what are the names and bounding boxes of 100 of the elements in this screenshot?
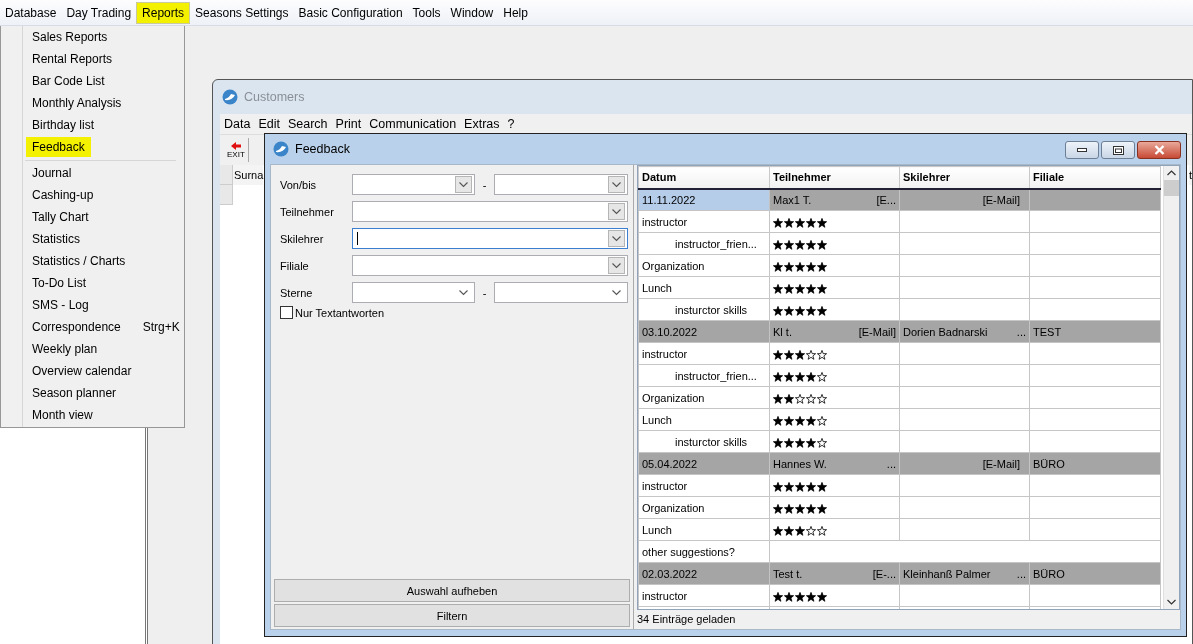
column-header[interactable]: t bbox=[1188, 165, 1192, 185]
checkbox[interactable] bbox=[280, 306, 293, 319]
star-icon bbox=[817, 592, 827, 602]
scrollbar-thumb[interactable] bbox=[1164, 180, 1179, 196]
scrollbar[interactable] bbox=[1163, 166, 1179, 609]
menu-item[interactable]: To-Do List bbox=[26, 273, 93, 293]
menu-item[interactable]: Communication bbox=[365, 117, 461, 131]
star-icon bbox=[795, 240, 805, 250]
dropdown-field[interactable] bbox=[494, 174, 628, 195]
star-icon bbox=[784, 482, 794, 492]
group-row[interactable]: 03.10.2022 Kl t. [E-Mail] Dorien Badnarski ... TEST bbox=[638, 320, 1161, 343]
group-row[interactable]: 11.11.2022 Max1 T. [E... [E-Mail] bbox=[638, 188, 1161, 211]
field-label: Sterne bbox=[280, 286, 314, 299]
minimize-button[interactable] bbox=[1065, 141, 1099, 159]
maximize-button[interactable] bbox=[1101, 141, 1135, 159]
star-icon bbox=[817, 306, 827, 316]
star-icon bbox=[784, 372, 794, 382]
menu-item[interactable]: Help bbox=[498, 2, 533, 23]
cell-note: [E-... bbox=[872, 567, 896, 580]
menu-item[interactable]: Extras bbox=[460, 117, 504, 131]
menu-item[interactable]: Window bbox=[445, 2, 499, 23]
star-icon bbox=[817, 438, 827, 448]
menu-item[interactable]: Edit bbox=[254, 117, 284, 131]
star-icon bbox=[806, 306, 816, 316]
menu-item[interactable]: Journal bbox=[26, 163, 78, 183]
menu-item[interactable]: Birthday list bbox=[26, 115, 101, 135]
column-header[interactable]: Skilehrer bbox=[899, 166, 1030, 189]
menu-item[interactable]: Tools bbox=[407, 2, 446, 23]
star-icon bbox=[795, 372, 805, 382]
menu-item[interactable]: Rental Reports bbox=[26, 49, 119, 69]
menu-item[interactable]: Month view bbox=[26, 405, 99, 425]
menu-item[interactable]: ? bbox=[503, 117, 519, 131]
menu-item[interactable]: Print bbox=[331, 117, 366, 131]
star-icon bbox=[784, 416, 794, 426]
cell-text: Kl t. bbox=[773, 325, 792, 338]
column-header[interactable]: Teilnehmer bbox=[769, 166, 900, 189]
star-icon bbox=[817, 262, 827, 272]
dropdown-field[interactable] bbox=[352, 201, 628, 222]
close-button[interactable] bbox=[1137, 141, 1181, 159]
menu-item[interactable]: Statistics / Charts bbox=[26, 251, 132, 271]
restore-icon bbox=[1112, 145, 1124, 155]
star-icon bbox=[773, 438, 783, 448]
column-header[interactable]: Datum bbox=[638, 166, 770, 189]
star-icon bbox=[784, 240, 794, 250]
menu-item[interactable]: Bar Code List bbox=[26, 71, 111, 91]
app-icon bbox=[222, 89, 238, 105]
menu-item[interactable]: Weekly plan bbox=[26, 339, 104, 359]
cell-text: Hannes W. bbox=[773, 457, 827, 470]
dropdown-field[interactable] bbox=[352, 282, 475, 303]
question-label: Lunch bbox=[638, 518, 770, 541]
column-header[interactable]: Surna bbox=[233, 165, 264, 185]
scroll-down-icon bbox=[1167, 599, 1176, 605]
exit-button[interactable]: EXIT bbox=[224, 138, 249, 162]
dropdown-field[interactable] bbox=[352, 174, 475, 195]
star-icon bbox=[784, 526, 794, 536]
menu-item[interactable]: Feedback bbox=[26, 137, 91, 157]
dropdown-field[interactable] bbox=[494, 282, 628, 303]
menu-item[interactable]: Sales Reports bbox=[26, 27, 114, 47]
star-icon bbox=[806, 218, 816, 228]
column-header[interactable]: Filiale bbox=[1029, 166, 1161, 189]
question-label: instructor bbox=[638, 342, 770, 365]
dropdown-field[interactable] bbox=[352, 255, 628, 276]
question-label: instructor_frien... bbox=[638, 232, 770, 255]
group-row[interactable]: 05.04.2022 Hannes W. ... [E-Mail] BÜRO bbox=[638, 452, 1161, 475]
field-label: Skilehrer bbox=[280, 232, 325, 245]
menu-item[interactable]: Basic Configuration bbox=[293, 2, 408, 23]
menu-item[interactable]: SMS - Log bbox=[26, 295, 95, 315]
menu-item[interactable]: Reports bbox=[136, 1, 191, 24]
star-icon bbox=[806, 350, 816, 360]
menu-item[interactable]: Season planner bbox=[26, 383, 123, 403]
question-label: Organization bbox=[638, 496, 770, 519]
star-icon bbox=[817, 416, 827, 426]
menu-item[interactable]: Database bbox=[0, 2, 62, 23]
menu-item[interactable]: Data bbox=[220, 117, 255, 131]
dropdown-field[interactable] bbox=[352, 228, 628, 249]
question-label: instructor bbox=[638, 474, 770, 497]
menu-item[interactable]: Overview calendar bbox=[26, 361, 138, 381]
star-icon bbox=[773, 350, 783, 360]
filter-button[interactable]: Filtern bbox=[274, 604, 630, 627]
keyboard-shortcut: Strg+K bbox=[142, 320, 180, 334]
menu-item[interactable]: Cashing-up bbox=[26, 185, 100, 205]
menu-item[interactable]: Correspondence Strg+K bbox=[26, 317, 186, 337]
menu-item[interactable]: Monthly Analysis bbox=[26, 93, 128, 113]
table-cell: TEST bbox=[1029, 320, 1161, 343]
cell-note: [E-Mail] bbox=[982, 457, 1020, 470]
star-icon bbox=[773, 416, 783, 426]
star-icon bbox=[795, 350, 805, 360]
star-icon bbox=[773, 284, 783, 294]
cell-text: Max1 T. bbox=[773, 193, 812, 206]
menu-item[interactable]: Seasons Settings bbox=[190, 2, 294, 23]
chevron-down-icon bbox=[612, 181, 621, 188]
menu-item[interactable]: Tally Chart bbox=[26, 207, 95, 227]
menu-item[interactable]: Statistics bbox=[26, 229, 86, 249]
group-row[interactable]: 02.03.2022 Test t. [E-... Kleinhanß Palmer ... BÜRO bbox=[638, 562, 1161, 585]
clear-selection-button[interactable]: Auswahl aufheben bbox=[274, 579, 630, 602]
chevron-down-icon bbox=[612, 235, 621, 242]
question-label: instructor bbox=[638, 584, 770, 607]
menu-item[interactable]: Day Trading bbox=[61, 2, 137, 23]
star-icon bbox=[784, 262, 794, 272]
menu-item[interactable]: Search bbox=[283, 117, 332, 131]
